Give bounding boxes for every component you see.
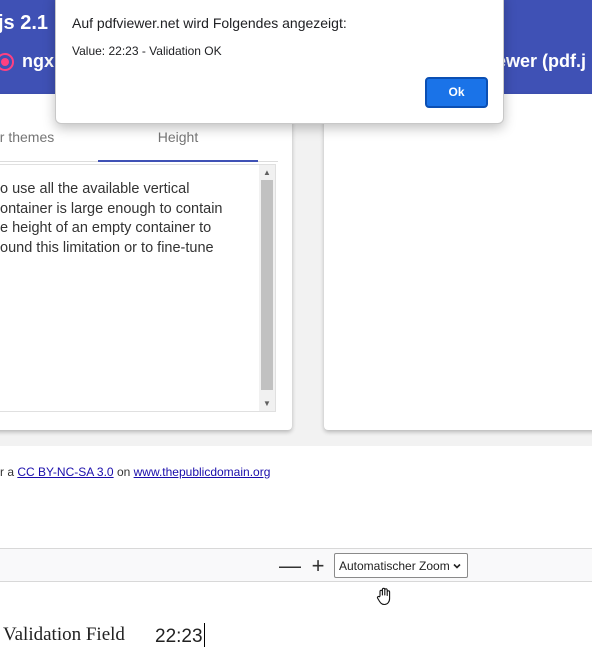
description-text: o use all the available vertical ontaine… xyxy=(0,180,256,258)
site-link[interactable]: www.thepublicdomain.org xyxy=(134,465,271,479)
tab-height[interactable]: Height xyxy=(98,129,258,161)
validation-field-input[interactable]: 22:23 xyxy=(155,623,206,648)
dialog-message: Value: 22:23 - Validation OK xyxy=(72,44,222,58)
tab-themes[interactable]: or themes xyxy=(0,129,54,161)
description-textarea[interactable]: o use all the available vertical ontaine… xyxy=(0,164,276,412)
radio-icon[interactable] xyxy=(0,53,14,71)
zoom-in-button[interactable]: + xyxy=(308,555,328,577)
header-title: js 2.1 xyxy=(0,12,49,34)
hand-icon xyxy=(376,587,391,606)
text-caret xyxy=(203,623,206,647)
pdf-page xyxy=(0,583,592,661)
dialog-title: Auf pdfviewer.net wird Folgendes angezei… xyxy=(72,15,347,31)
zoom-select[interactable]: Automatischer Zoom xyxy=(334,553,468,578)
validation-field-value: 22:23 xyxy=(155,626,203,647)
license-link[interactable]: CC BY-NC-SA 3.0 xyxy=(17,465,113,479)
ok-button[interactable]: Ok xyxy=(425,77,488,108)
credit-prefix: r a xyxy=(0,465,18,479)
scrollbar-thumb[interactable] xyxy=(261,180,273,390)
alert-dialog: Auf pdfviewer.net wird Folgendes angezei… xyxy=(55,0,504,124)
description-line: ound this limitation or to fine-tune xyxy=(0,239,214,256)
header-subtitle-left: ngx xyxy=(22,51,55,71)
credit-middle: on xyxy=(113,465,134,479)
active-tab-indicator xyxy=(98,160,258,162)
chevron-down-icon xyxy=(453,563,461,569)
validation-field-label: Validation Field xyxy=(3,624,125,645)
scroll-down-icon[interactable]: ▼ xyxy=(259,398,275,410)
vertical-scrollbar[interactable]: ▲ ▼ xyxy=(259,165,275,411)
description-line: o use all the available vertical xyxy=(0,181,190,197)
description-line: ontainer is large enough to contain xyxy=(0,200,223,217)
header-subtitle-right: ewer (pdf.j xyxy=(496,51,587,71)
scroll-up-icon[interactable]: ▲ xyxy=(259,167,275,179)
preview-card xyxy=(324,94,592,430)
pdf-toolbar: — + Automatischer Zoom xyxy=(0,548,592,582)
zoom-out-button[interactable]: — xyxy=(279,555,301,577)
description-line: e height of an empty container to xyxy=(0,220,212,236)
zoom-select-value: Automatischer Zoom xyxy=(339,559,450,573)
credit-line: r a CC BY-NC-SA 3.0 on www.thepublicdoma… xyxy=(0,465,270,479)
